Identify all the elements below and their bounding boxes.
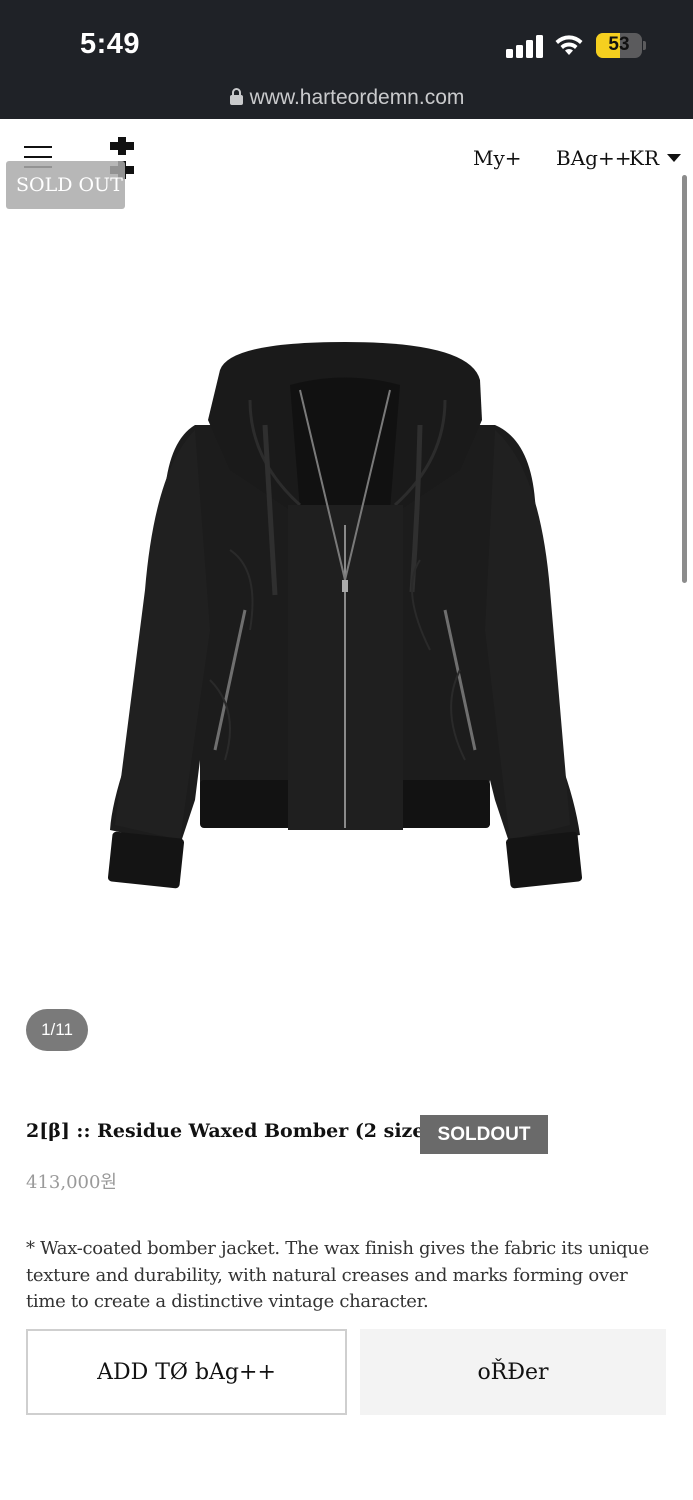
product-image[interactable]	[100, 330, 590, 890]
product-description: * Wax-coated bomber jacket. The wax fini…	[26, 1238, 649, 1312]
image-counter: 1/11	[26, 1009, 88, 1051]
battery-icon: 53	[596, 33, 642, 58]
language-label: KR	[629, 146, 659, 170]
battery-nub	[643, 41, 646, 50]
status-bar: 5:49 53 www.harteordemn.com	[0, 0, 693, 119]
battery-level: 53	[608, 34, 630, 55]
nav-my-link[interactable]: My+	[473, 146, 522, 170]
url-text: www.harteordemn.com	[249, 86, 465, 109]
soldout-tag: SOLD OUT	[6, 161, 125, 209]
url-bar[interactable]: www.harteordemn.com	[0, 86, 693, 110]
lock-icon	[229, 88, 243, 105]
add-to-bag-button[interactable]: ADD TØ bAg++	[26, 1329, 347, 1415]
nav-bag-link[interactable]: BAg++	[556, 146, 631, 170]
order-button[interactable]: oŘĐer	[360, 1329, 666, 1415]
language-selector[interactable]: KR	[629, 146, 681, 170]
soldout-badge: SOLDOUT	[420, 1115, 548, 1154]
product-title: 2[β] :: Residue Waxed Bomber (2 sizes)	[26, 1120, 445, 1142]
chevron-down-icon	[667, 154, 681, 162]
wifi-icon	[555, 35, 583, 55]
scrollbar[interactable]	[682, 175, 687, 583]
status-time: 5:49	[80, 28, 141, 60]
signal-icon	[506, 34, 544, 58]
product-price: 413,000원	[26, 1172, 117, 1193]
